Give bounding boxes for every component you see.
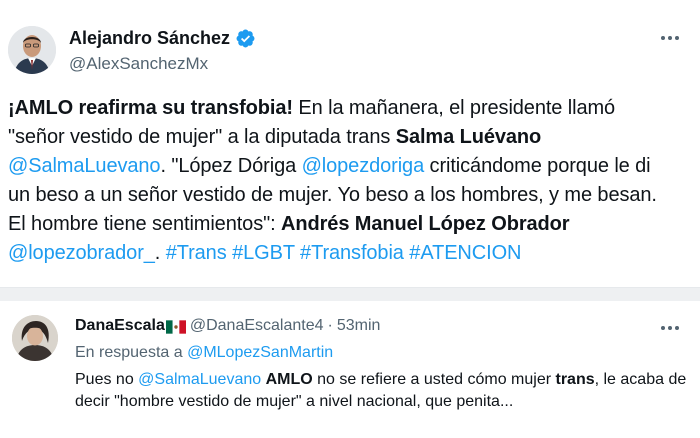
tweet-text-bold: ¡AMLO reafirma su transfobia! bbox=[8, 97, 293, 119]
tweet-text: ¡AMLO reafirma su transfobia! En la maña… bbox=[8, 94, 676, 268]
author-name[interactable]: Alejandro Sánchez bbox=[69, 28, 230, 49]
tweet-text-bold: Andrés Manuel López Obrador bbox=[281, 213, 570, 235]
hashtag-link[interactable]: #ATENCION bbox=[409, 242, 521, 264]
avatar-photo-icon bbox=[8, 26, 56, 74]
mexico-flag-icon bbox=[165, 320, 186, 334]
reply-text-segment: no se refiere a usted cómo mujer bbox=[312, 371, 556, 388]
hashtag-link[interactable]: #LGBT bbox=[232, 242, 295, 264]
reply-text-bold: trans bbox=[555, 371, 595, 388]
more-options-icon bbox=[661, 326, 679, 330]
separator-dot: · bbox=[327, 317, 333, 334]
replying-to-label: En respuesta a bbox=[75, 344, 188, 361]
replying-to: En respuesta a @MLopezSanMartin bbox=[75, 344, 333, 362]
reply-text-bold: AMLO bbox=[265, 371, 313, 388]
reply-header: DanaEscala @DanaEscalante4 · 53min bbox=[75, 317, 380, 335]
divider bbox=[0, 287, 700, 301]
hashtag-link[interactable]: #Trans bbox=[166, 242, 227, 264]
verified-badge-icon bbox=[236, 29, 255, 48]
mention-link[interactable]: @lopezdoriga bbox=[302, 155, 425, 177]
reply-text-segment: Pues no bbox=[75, 371, 139, 388]
more-options-icon bbox=[661, 36, 679, 40]
more-options-button[interactable] bbox=[658, 28, 682, 48]
tweet-reply: DanaEscala @DanaEscalante4 · 53min En re… bbox=[0, 301, 700, 438]
replying-to-handle[interactable]: @MLopezSanMartin bbox=[187, 344, 333, 361]
mention-link[interactable]: @SalmaLuevano bbox=[138, 371, 261, 388]
author-avatar[interactable] bbox=[8, 26, 56, 74]
tweet-main: Alejandro Sánchez @AlexSanchezMx ¡AMLO r… bbox=[0, 0, 700, 287]
author-name-row[interactable]: Alejandro Sánchez bbox=[69, 28, 256, 49]
author-handle[interactable]: @AlexSanchezMx bbox=[69, 54, 208, 74]
tweet-text-bold: Salma Luévano bbox=[395, 126, 542, 148]
reply-text: Pues no @SalmaLuevano AMLO no se refiere… bbox=[75, 369, 690, 413]
avatar-photo-icon bbox=[12, 315, 58, 361]
mention-link[interactable]: @SalmaLuevano bbox=[8, 155, 161, 177]
reply-author-name[interactable]: DanaEscala bbox=[75, 317, 165, 335]
tweet-text-segment: . "López Dóriga bbox=[160, 155, 302, 177]
hashtag-link[interactable]: #Transfobia bbox=[300, 242, 404, 264]
more-options-button[interactable] bbox=[658, 319, 682, 337]
tweet-text-segment: . bbox=[154, 242, 166, 264]
timestamp[interactable]: 53min bbox=[337, 317, 381, 335]
reply-author-avatar[interactable] bbox=[12, 315, 58, 361]
mention-link[interactable]: @lopezobrador_ bbox=[8, 242, 155, 264]
reply-author-handle[interactable]: @DanaEscalante4 bbox=[190, 317, 324, 335]
